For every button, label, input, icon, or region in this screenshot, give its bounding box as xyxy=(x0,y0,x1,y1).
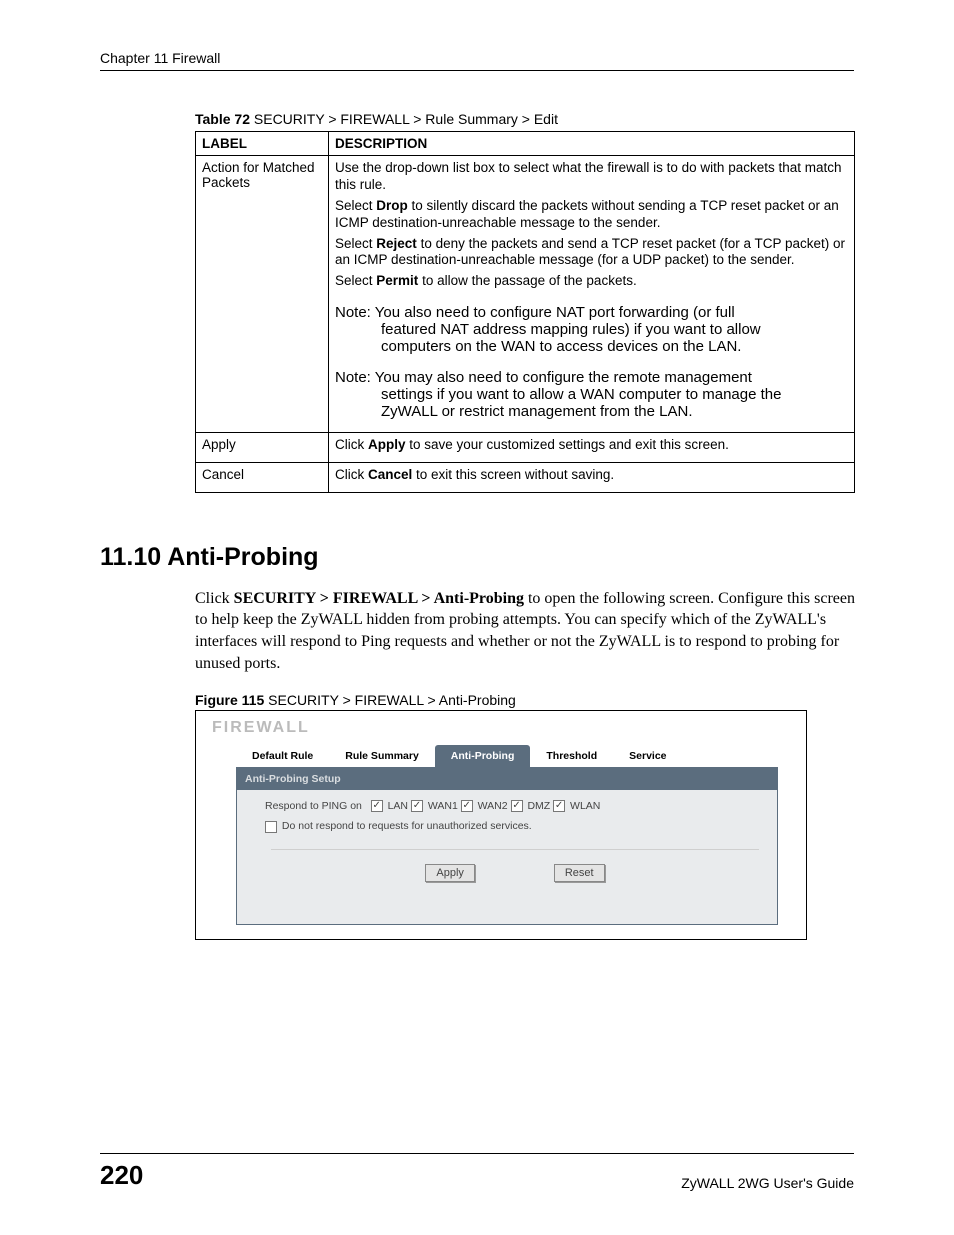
button-row: Apply Reset xyxy=(265,864,765,894)
tab-default-rule[interactable]: Default Rule xyxy=(236,745,329,767)
cell-label: Apply xyxy=(196,433,329,463)
cell-label: Cancel xyxy=(196,463,329,493)
section-heading: 11.10 Anti-Probing xyxy=(100,543,854,572)
checkbox-lan[interactable] xyxy=(371,800,383,812)
divider xyxy=(271,849,759,850)
table-row: Apply Click Apply to save your customize… xyxy=(196,433,855,463)
ping-label: Respond to PING on xyxy=(265,800,362,812)
desc-line: Select Drop to silently discard the pack… xyxy=(335,198,848,232)
guide-name: ZyWALL 2WG User's Guide xyxy=(681,1175,854,1191)
table-72: LABEL DESCRIPTION Action for Matched Pac… xyxy=(195,131,855,493)
caption-bold: Table 72 xyxy=(195,111,250,127)
note: Note: You also need to configure NAT por… xyxy=(335,304,848,355)
panel-title: Anti-Probing Setup xyxy=(237,768,777,790)
th-description: DESCRIPTION xyxy=(329,132,855,156)
panel: Anti-Probing Setup Respond to PING on LA… xyxy=(236,767,778,924)
tab-threshold[interactable]: Threshold xyxy=(530,745,613,767)
cell-label: Action for Matched Packets xyxy=(196,156,329,433)
checkbox-dmz[interactable] xyxy=(511,800,523,812)
reset-button[interactable]: Reset xyxy=(554,864,605,882)
unauth-row: Do not respond to requests for unauthori… xyxy=(265,820,765,832)
footer: 220 ZyWALL 2WG User's Guide xyxy=(100,1153,854,1191)
cell-desc: Click Apply to save your customized sett… xyxy=(329,433,855,463)
tab-bar: Default Rule Rule Summary Anti-Probing T… xyxy=(236,745,796,767)
section-paragraph: Click SECURITY > FIREWALL > Anti-Probing… xyxy=(195,588,855,674)
cb-label: WAN1 xyxy=(428,800,458,812)
ping-row: Respond to PING on LAN WAN1 WAN2 DMZ WLA… xyxy=(265,800,765,812)
page-number: 220 xyxy=(100,1160,143,1191)
tab-anti-probing[interactable]: Anti-Probing xyxy=(435,745,531,767)
cb-label: LAN xyxy=(388,800,408,812)
desc-line: Select Permit to allow the passage of th… xyxy=(335,273,848,290)
unauth-label: Do not respond to requests for unauthori… xyxy=(282,820,532,832)
running-head: Chapter 11 Firewall xyxy=(100,50,854,71)
checkbox-wan1[interactable] xyxy=(411,800,423,812)
cell-desc: Click Cancel to exit this screen without… xyxy=(329,463,855,493)
cb-label: DMZ xyxy=(527,800,550,812)
desc-line: Select Reject to deny the packets and se… xyxy=(335,236,848,270)
desc-line: Use the drop-down list box to select wha… xyxy=(335,160,848,194)
apply-button[interactable]: Apply xyxy=(425,864,475,882)
table-72-caption: Table 72 SECURITY > FIREWALL > Rule Summ… xyxy=(195,111,854,127)
table-row: Action for Matched Packets Use the drop-… xyxy=(196,156,855,433)
figure-115-screenshot: FIREWALL Default Rule Rule Summary Anti-… xyxy=(195,710,807,939)
tab-service[interactable]: Service xyxy=(613,745,682,767)
checkbox-unauth[interactable] xyxy=(265,821,277,833)
cell-desc: Use the drop-down list box to select wha… xyxy=(329,156,855,433)
cb-label: WLAN xyxy=(570,800,600,812)
app-title: FIREWALL xyxy=(212,719,796,737)
note: Note: You may also need to configure the… xyxy=(335,369,848,420)
cb-label: WAN2 xyxy=(478,800,508,812)
table-row: Cancel Click Cancel to exit this screen … xyxy=(196,463,855,493)
table-header-row: LABEL DESCRIPTION xyxy=(196,132,855,156)
panel-body: Respond to PING on LAN WAN1 WAN2 DMZ WLA… xyxy=(237,790,777,923)
desc-line: Click Apply to save your customized sett… xyxy=(335,437,848,454)
caption-rest: SECURITY > FIREWALL > Rule Summary > Edi… xyxy=(250,111,558,127)
figure-115-caption: Figure 115 SECURITY > FIREWALL > Anti-Pr… xyxy=(195,692,854,708)
checkbox-wlan[interactable] xyxy=(553,800,565,812)
th-label: LABEL xyxy=(196,132,329,156)
tab-rule-summary[interactable]: Rule Summary xyxy=(329,745,435,767)
checkbox-wan2[interactable] xyxy=(461,800,473,812)
desc-line: Click Cancel to exit this screen without… xyxy=(335,467,848,484)
